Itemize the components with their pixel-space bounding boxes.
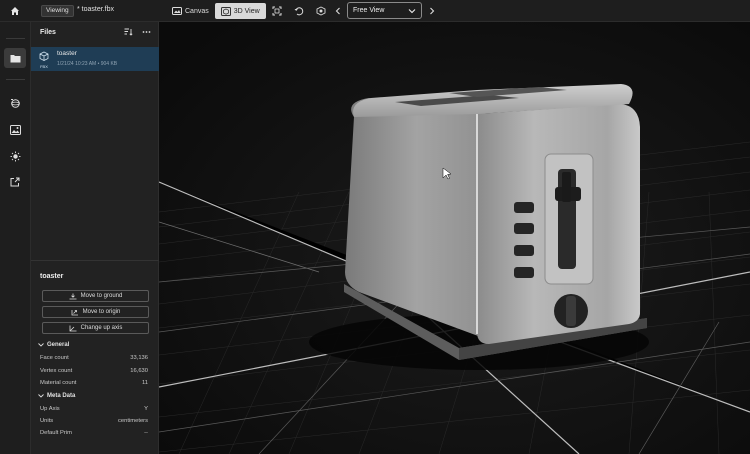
chevron-down-icon [38,394,44,398]
viewing-badge: Viewing [41,5,74,17]
view-toolbar: Canvas 3D View [166,2,332,20]
move-to-origin-icon [71,309,78,315]
property-row: Up Axis Y [40,406,148,412]
viewport-scene [159,22,750,454]
lever-stem [562,172,571,202]
camera-view-select[interactable]: Free View [347,2,422,19]
3d-viewport[interactable] [159,22,750,454]
move-to-origin-label: Move to origin [82,309,121,315]
property-row: Units centimeters [40,418,148,424]
chevron-right-icon [430,7,435,15]
move-to-ground-label: Move to ground [80,293,123,299]
browning-knob-grip [566,296,576,326]
more-icon[interactable] [142,28,151,36]
render-button[interactable] [310,3,332,19]
property-row: Vertex count 16,630 [40,368,148,374]
home-icon [11,7,19,15]
canvas-icon [172,7,182,15]
top-bar: Viewing * toaster.fbx Canvas 3D View Fre… [0,0,750,22]
meta-data-section-title: Meta Data [47,393,76,399]
environment-rail-button[interactable] [4,120,26,140]
file-type-badge: FBX [38,51,50,69]
move-to-ground-button[interactable]: Move to ground [42,290,149,302]
files-panel-actions [124,28,151,36]
move-to-ground-icon [69,293,77,299]
sort-icon[interactable] [124,28,133,36]
file-name: toaster [57,50,77,57]
canvas-tab-label: Canvas [185,7,209,15]
previous-view-button[interactable] [331,3,345,19]
property-value: 11 [141,380,148,386]
frame-icon [272,6,282,16]
property-label: Vertex count [40,368,73,374]
property-row: Face count 33,136 [40,355,148,361]
file-list-item[interactable]: FBX toaster 1/21/24 10:23 AM • 904 KB [31,47,159,71]
chevron-down-icon [408,8,416,13]
reset-icon [294,7,303,16]
canvas-tab[interactable]: Canvas [166,3,215,19]
property-label: Units [40,418,54,424]
frame-button[interactable] [266,3,288,19]
file-meta: 1/21/24 10:23 AM • 904 KB [57,61,118,67]
export-rail-button[interactable] [4,172,26,192]
render-icon [316,6,326,16]
chevron-down-icon [38,343,44,347]
reset-view-button[interactable] [288,3,310,19]
property-row: Material count 11 [40,380,148,386]
camera-view-value: Free View [353,7,385,14]
general-section-title: General [47,342,70,348]
toaster-button [514,202,534,213]
light-icon [10,151,20,161]
rail-divider [6,79,25,80]
meta-data-section-toggle[interactable]: Meta Data [38,393,75,399]
lighting-rail-button[interactable] [4,146,26,166]
property-value: centimeters [118,418,148,424]
property-value: 16,630 [130,368,148,374]
files-panel-title: Files [40,29,56,36]
properties-section: toaster Move to ground Move to origin Ch… [31,260,159,454]
left-rail [0,22,31,454]
next-view-button[interactable] [425,3,439,19]
files-panel-header: Files [31,22,159,44]
property-label: Material count [40,380,77,386]
toaster-button [514,245,534,256]
change-up-axis-label: Change up axis [80,325,123,331]
folder-icon [10,54,20,62]
materials-icon [10,99,20,108]
move-to-origin-button[interactable]: Move to origin [42,306,149,318]
file-type-tag: FBX [40,64,48,69]
object-name: toaster [40,273,64,280]
property-label: Default Prim [40,430,72,436]
export-icon [10,177,20,187]
document-title: * toaster.fbx [77,6,114,13]
toaster-button [514,267,534,278]
rail-divider [6,38,25,39]
cube-file-icon [39,51,49,61]
property-label: Up Axis [40,406,60,412]
files-rail-button[interactable] [4,48,26,68]
property-value: Y [144,406,148,412]
materials-rail-button[interactable] [4,93,26,113]
property-row: Default Prim -- [40,430,148,436]
toaster-button [514,223,534,234]
image-icon [9,125,21,135]
change-up-axis-button[interactable]: Change up axis [42,322,149,334]
cube-view-icon [220,6,231,16]
files-panel: Files FBX toaster 1/21/24 10:23 AM • 904… [31,22,159,454]
property-value: -- [144,430,148,436]
general-section-toggle[interactable]: General [38,342,69,348]
3d-view-tab-label: 3D View [233,7,260,15]
3d-view-tab[interactable]: 3D View [214,3,266,19]
chevron-left-icon [335,7,340,15]
home-button[interactable] [0,0,30,22]
property-value: 33,136 [130,355,148,361]
property-label: Face count [40,355,69,361]
change-up-axis-icon [69,325,77,331]
